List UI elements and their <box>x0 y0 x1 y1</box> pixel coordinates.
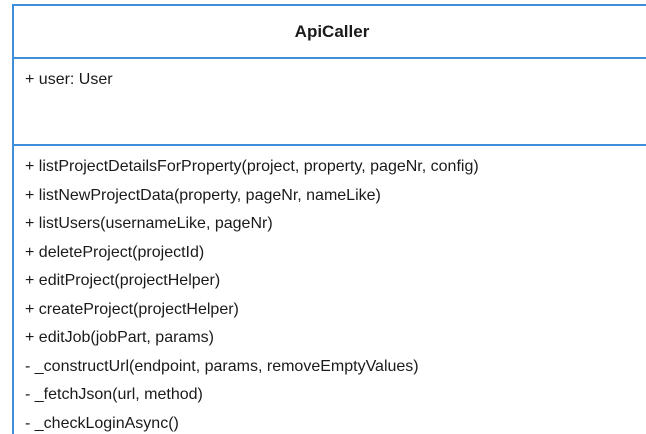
method-edit-job: + editJob(jobPart, params) <box>25 329 214 346</box>
attribute-user: + user: User <box>25 71 113 88</box>
method-list-new-project-data: + listNewProjectData(property, pageNr, n… <box>25 186 381 204</box>
uml-class-box[interactable]: ApiCaller + user: User + listProjectDeta… <box>12 4 646 434</box>
method-list-users: + listUsers(usernameLike, pageNr) <box>25 215 273 232</box>
method-check-login-async: - _checkLoginAsync() <box>25 414 179 432</box>
methods-compartment: + listProjectDetailsForProperty(project,… <box>14 146 646 434</box>
attributes-compartment: + user: User <box>14 59 646 146</box>
method-construct-url: - _constructUrl(endpoint, params, remove… <box>25 357 419 375</box>
method-edit-project: + editProject(projectHelper) <box>25 272 221 289</box>
method-fetch-json: - _fetchJson(url, method) <box>25 386 203 403</box>
method-delete-project: + deleteProject(projectId) <box>25 243 205 261</box>
class-name: ApiCaller <box>294 21 370 41</box>
method-create-project: + createProject(projectHelper) <box>25 300 239 318</box>
class-name-compartment: ApiCaller <box>14 6 646 59</box>
method-list-project-details-for-property: + listProjectDetailsForProperty(project,… <box>25 158 479 175</box>
